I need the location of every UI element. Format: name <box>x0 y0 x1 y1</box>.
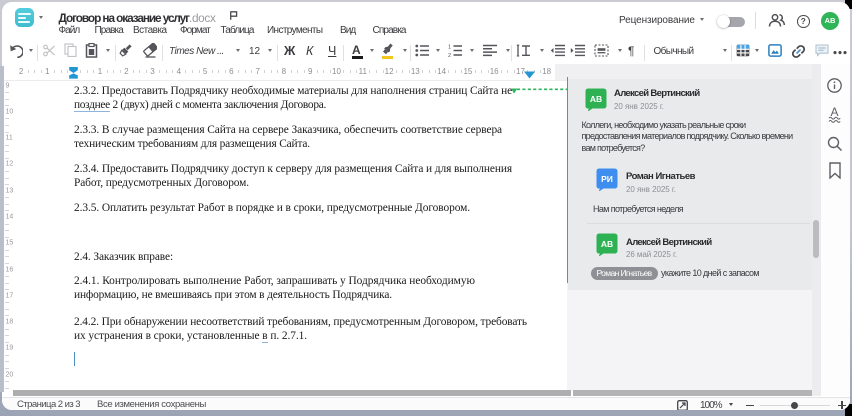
svg-text:РИ: РИ <box>601 174 613 184</box>
svg-text:АВ: АВ <box>590 94 602 104</box>
svg-text:1: 1 <box>448 45 451 51</box>
svg-text:2: 2 <box>448 53 451 57</box>
svg-text:А: А <box>830 105 838 119</box>
svg-text:АВ: АВ <box>601 239 613 249</box>
